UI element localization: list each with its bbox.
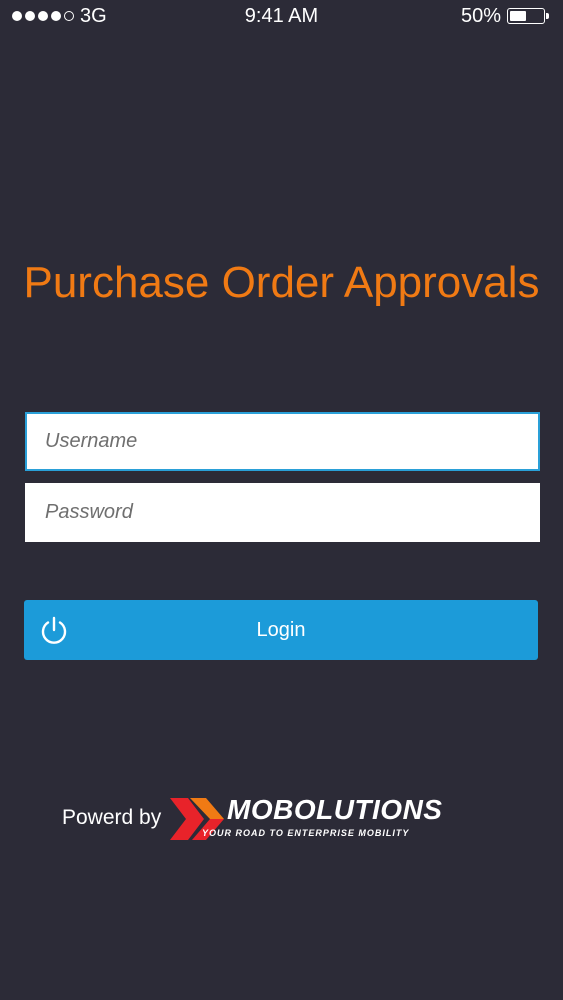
brand-name: MOBOLUTIONS: [227, 794, 443, 825]
footer-branding: Powerd by MOBOLUTIONS YOUR ROAD TO ENTER…: [62, 794, 492, 844]
app-title: Purchase Order Approvals: [23, 258, 540, 307]
powered-by-text: Powerd by: [62, 806, 162, 829]
login-button-label: Login: [256, 619, 306, 641]
battery-icon: [507, 8, 551, 24]
login-button[interactable]: Login: [24, 600, 538, 660]
battery-percent: 50%: [460, 5, 501, 27]
password-field[interactable]: [25, 483, 540, 542]
status-bar: 3G 9:41 AM 50%: [0, 0, 563, 34]
username-field[interactable]: [25, 412, 540, 471]
brand-tagline: YOUR ROAD TO ENTERPRISE MOBILITY: [202, 828, 410, 838]
username-input[interactable]: [27, 414, 538, 469]
password-input[interactable]: [25, 483, 540, 542]
